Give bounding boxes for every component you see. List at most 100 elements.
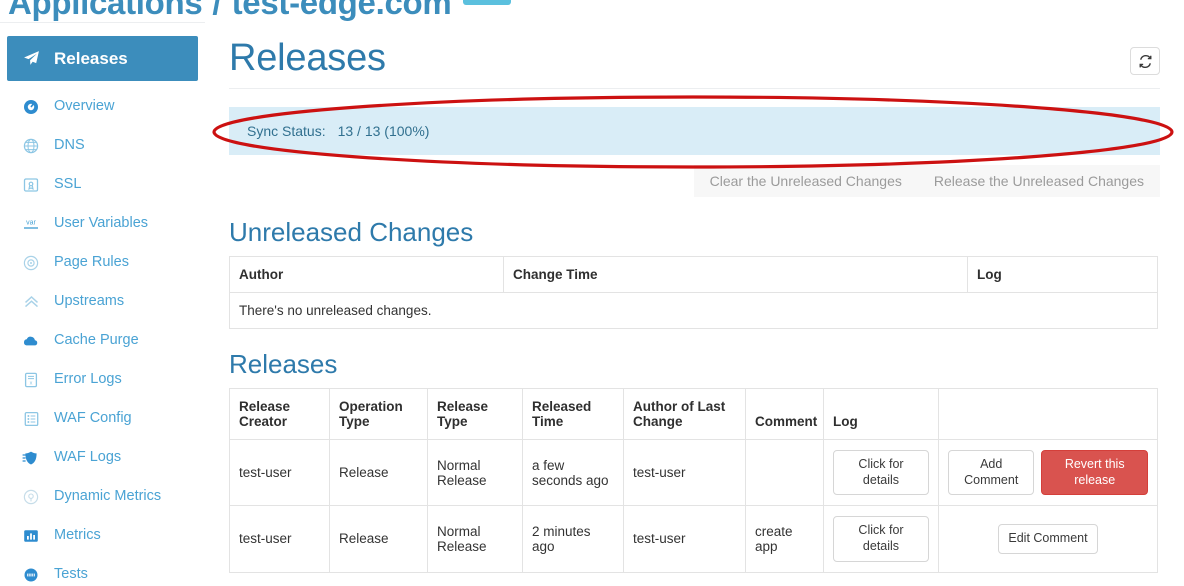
cloud-icon — [21, 331, 41, 351]
sidebar-item-label: SSL — [54, 176, 82, 193]
cell-actions: Edit Comment — [938, 505, 1158, 573]
test-icon — [21, 565, 41, 585]
revert-release-button[interactable]: Revert this release — [1041, 450, 1148, 496]
sidebar-item-label: Releases — [54, 49, 128, 68]
column-header-log: Log — [823, 388, 939, 440]
globe-icon — [21, 136, 41, 156]
cell-operation-type: Release — [329, 438, 428, 507]
table-row: test-user Release Normal Release 2 minut… — [229, 505, 1158, 573]
cell-released-time: a few seconds ago — [522, 438, 624, 507]
table-header-row: Author Change Time Log — [229, 256, 1158, 293]
column-header-released-time: Released Time — [522, 388, 624, 440]
app-root: Applications / test-edge.com default Rel… — [0, 0, 1184, 586]
sidebar-item-label: Tests — [54, 566, 88, 583]
cell-release-creator: test-user — [229, 505, 330, 573]
column-header: Change Time — [503, 256, 968, 293]
sidebar-item-label: Upstreams — [54, 293, 125, 310]
releases-table: Release Creator Operation Type Release T… — [229, 388, 1158, 573]
breadcrumb-root[interactable]: Applications — [8, 0, 203, 22]
gauge-icon — [21, 487, 41, 507]
empty-state-message: There's no unreleased changes. — [229, 292, 1158, 329]
cell-log: Click for details — [823, 505, 939, 573]
sidebar-item-label: WAF Logs — [54, 449, 122, 466]
svg-text:var: var — [26, 219, 36, 226]
column-header-release-creator: Release Creator — [229, 388, 330, 440]
column-header-comment: Comment — [745, 388, 824, 440]
refresh-button[interactable] — [1130, 47, 1160, 75]
sidebar-item-error-logs[interactable]: x Error Logs — [7, 363, 198, 396]
cell-log: Click for details — [823, 438, 939, 507]
sidebar-item-overview[interactable]: Overview — [7, 90, 198, 123]
add-comment-button[interactable]: Add Comment — [948, 450, 1035, 496]
target-icon — [21, 253, 41, 273]
sidebar-item-ssl[interactable]: SSL — [7, 168, 198, 201]
sidebar-item-label: Overview — [54, 98, 115, 115]
cell-actions: Add Comment Revert this release — [938, 438, 1158, 507]
sidebar-item-label: WAF Config — [54, 410, 132, 427]
sidebar-item-label: User Variables — [54, 215, 149, 232]
cell-release-creator: test-user — [229, 438, 330, 507]
certificate-icon — [21, 175, 41, 195]
sidebar-item-dynamic-metrics[interactable]: Dynamic Metrics — [7, 480, 198, 513]
sidebar-item-waf-logs[interactable]: WAF Logs — [7, 441, 198, 474]
column-header-actions — [938, 388, 1158, 440]
breadcrumb: Applications / test-edge.com default — [0, 0, 1184, 22]
cell-author-of-last-change: test-user — [623, 505, 746, 573]
edit-comment-button[interactable]: Edit Comment — [998, 524, 1098, 554]
column-header-release-type: Release Type — [427, 388, 523, 440]
table-header-row: Release Creator Operation Type Release T… — [229, 388, 1158, 440]
cell-comment — [745, 438, 824, 507]
sync-status-value: 13 / 13 (100%) — [337, 123, 430, 139]
sidebar-item-label: DNS — [54, 137, 85, 154]
column-header-author-of-last-change: Author of Last Change — [623, 388, 746, 440]
cell-comment: create app — [745, 505, 824, 573]
sidebar-item-tests[interactable]: Tests — [7, 558, 198, 586]
releases-title: Releases — [229, 349, 338, 379]
cell-release-type: Normal Release — [427, 438, 523, 507]
dashboard-icon — [21, 97, 41, 117]
refresh-icon — [1138, 54, 1153, 69]
var-icon: var — [21, 214, 41, 234]
sidebar-item-label: Metrics — [54, 527, 101, 544]
shield-log-icon — [21, 448, 41, 468]
list-icon — [21, 409, 41, 429]
cell-author-of-last-change: test-user — [623, 438, 746, 507]
table-row: test-user Release Normal Release a few s… — [229, 438, 1158, 507]
main-content: Releases Sync Status: 13 / 13 (100%) Cle… — [205, 22, 1184, 586]
sidebar-item-metrics[interactable]: Metrics — [7, 519, 198, 552]
sidebar: Releases Overview DNS SSL var User Varia… — [0, 22, 205, 586]
sync-status-label: Sync Status: — [247, 123, 326, 139]
unreleased-changes-table: Author Change Time Log There's no unrele… — [229, 256, 1158, 329]
breadcrumb-current[interactable]: test-edge.com — [232, 0, 452, 22]
cell-released-time: 2 minutes ago — [522, 505, 624, 573]
table-row: There's no unreleased changes. — [229, 292, 1158, 329]
page-title: Releases — [229, 37, 386, 79]
column-header: Author — [229, 256, 504, 293]
breadcrumb-badge: default — [463, 0, 512, 5]
sidebar-item-page-rules[interactable]: Page Rules — [7, 246, 198, 279]
sidebar-item-label: Error Logs — [54, 371, 122, 388]
log-details-button[interactable]: Click for details — [833, 516, 929, 562]
sidebar-item-label: Dynamic Metrics — [54, 488, 162, 505]
file-error-icon: x — [21, 370, 41, 390]
cell-operation-type: Release — [329, 505, 428, 573]
sync-status-banner: Sync Status: 13 / 13 (100%) — [229, 107, 1160, 155]
unreleased-changes-title: Unreleased Changes — [229, 217, 474, 247]
clear-unreleased-changes-button[interactable]: Clear the Unreleased Changes — [693, 165, 918, 197]
breadcrumb-separator: / — [212, 0, 222, 21]
chevron-up-icon — [21, 292, 41, 312]
bar-chart-icon — [21, 526, 41, 546]
release-unreleased-changes-button[interactable]: Release the Unreleased Changes — [917, 165, 1160, 197]
sidebar-item-waf-config[interactable]: WAF Config — [7, 402, 198, 435]
sidebar-item-releases[interactable]: Releases — [7, 36, 198, 81]
column-header-operation-type: Operation Type — [329, 388, 428, 440]
sidebar-item-label: Cache Purge — [54, 332, 139, 349]
log-details-button[interactable]: Click for details — [833, 450, 929, 496]
sidebar-item-dns[interactable]: DNS — [7, 129, 198, 162]
sidebar-item-upstreams[interactable]: Upstreams — [7, 285, 198, 318]
sidebar-item-cache-purge[interactable]: Cache Purge — [7, 324, 198, 357]
unreleased-actions: Clear the Unreleased Changes Release the… — [229, 165, 1160, 197]
sidebar-item-user-variables[interactable]: var User Variables — [7, 207, 198, 240]
page-header: Releases — [229, 39, 1160, 89]
svg-text:x: x — [30, 380, 33, 386]
